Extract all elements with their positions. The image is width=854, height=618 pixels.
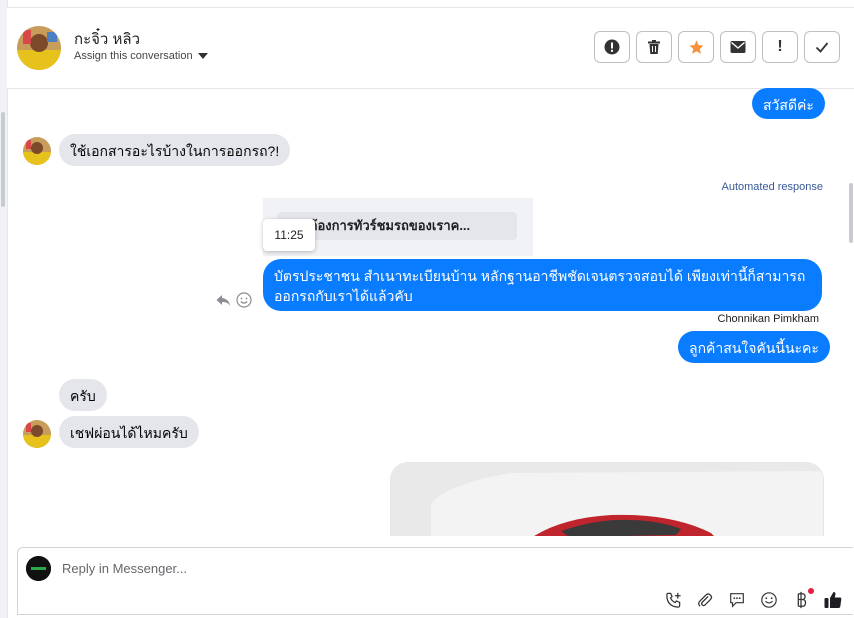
alert-circle-icon <box>604 39 620 55</box>
phone-plus-icon[interactable] <box>663 590 683 610</box>
star-icon <box>688 39 704 54</box>
chat-icon[interactable] <box>727 590 747 610</box>
check-icon <box>815 42 829 53</box>
message-composer: Reply in Messenger... <box>17 547 853 615</box>
emoji-icon[interactable] <box>759 590 779 610</box>
right-scrollbar-thumb[interactable] <box>849 183 853 243</box>
automated-response-label: Automated response <box>721 181 823 193</box>
caret-down-icon <box>197 53 208 59</box>
assign-conversation-dropdown[interactable]: Assign this conversation <box>74 50 208 62</box>
trash-icon <box>648 40 660 54</box>
reply-input[interactable]: Reply in Messenger... <box>62 561 187 576</box>
spam-button[interactable] <box>594 31 630 63</box>
message-incoming[interactable]: เชฟผ่อนได้ไหมครับ <box>59 416 199 448</box>
notification-dot <box>808 588 814 594</box>
baht-icon[interactable] <box>791 588 814 610</box>
timestamp-tooltip: 11:25 <box>263 219 315 251</box>
mark-unread-button[interactable] <box>720 31 756 63</box>
right-scrollbar[interactable] <box>848 88 854 538</box>
paperclip-icon[interactable] <box>695 590 715 610</box>
left-scrollbar-thumb[interactable] <box>1 112 5 207</box>
message-outgoing[interactable]: บัตรประชาชน สำเนาทะเบียนบ้าน หลักฐานอาชี… <box>263 259 822 311</box>
react-icon[interactable] <box>236 292 252 313</box>
message-thread[interactable]: สวัสดีค่ะ ใช้เอกสารอะไรบ้างในการออกรถ?! … <box>7 88 848 536</box>
car-photo-attachment[interactable] <box>390 462 824 536</box>
message-outgoing[interactable]: ลูกค้าสนใจคันนี้นะคะ <box>678 331 830 363</box>
contact-avatar[interactable] <box>17 26 61 70</box>
thumbs-up-icon[interactable] <box>823 590 843 610</box>
header-actions: ! <box>594 31 840 63</box>
message-incoming[interactable]: ครับ <box>59 379 107 411</box>
envelope-icon <box>730 41 746 53</box>
done-button[interactable] <box>804 31 840 63</box>
composer-toolbar <box>663 588 843 610</box>
message-outgoing[interactable]: สวัสดีค่ะ <box>752 88 825 119</box>
contact-name[interactable]: กะจิ๋ว หลิว <box>74 27 140 51</box>
star-button[interactable] <box>678 31 714 63</box>
contact-avatar-small[interactable] <box>23 137 51 165</box>
delete-button[interactable] <box>636 31 672 63</box>
contact-avatar-small[interactable] <box>23 420 51 448</box>
follow-up-label: ! <box>777 38 783 55</box>
agent-name-label: Chonnikan Pimkham <box>717 313 820 325</box>
message-incoming[interactable]: ใช้เอกสารอะไรบ้างในการออกรถ?! <box>59 134 291 166</box>
reply-icon[interactable] <box>215 292 231 313</box>
page-avatar <box>26 556 51 581</box>
conversation-header: กะจิ๋ว หลิว Assign this conversation ! <box>7 7 854 89</box>
follow-up-button[interactable]: ! <box>762 31 798 63</box>
assign-label: Assign this conversation <box>74 50 193 62</box>
